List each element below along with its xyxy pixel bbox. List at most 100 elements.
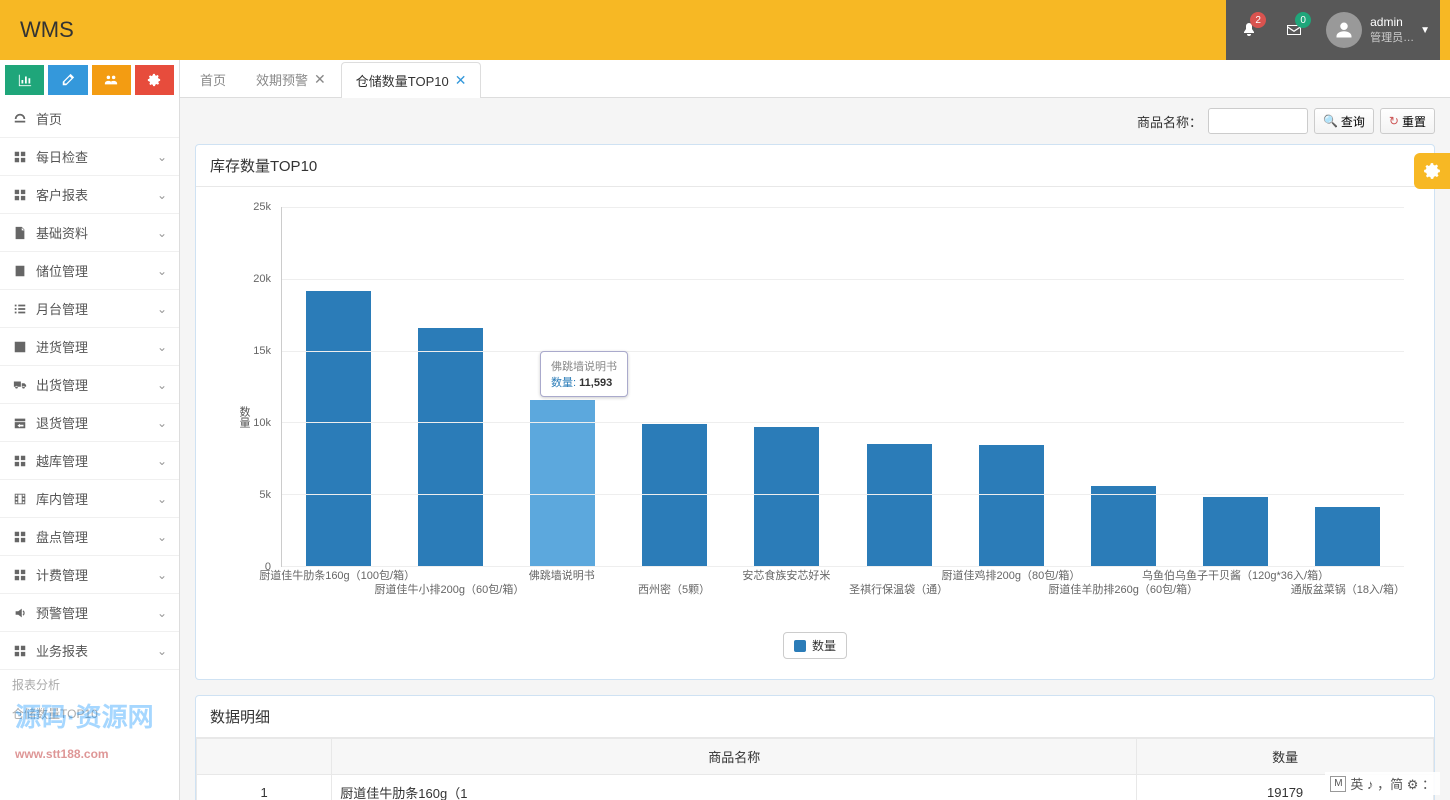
bar[interactable] bbox=[1091, 486, 1156, 566]
chevron-down-icon: ⌄ bbox=[157, 264, 167, 278]
legend-item[interactable]: 数量 bbox=[783, 632, 847, 659]
nav-label: 首页 bbox=[36, 109, 167, 128]
x-tick-label: 通版盆菜锅（18入/箱） bbox=[1291, 581, 1405, 597]
gear-icon bbox=[1423, 162, 1441, 180]
y-tick: 15k bbox=[253, 345, 271, 357]
sidebar-item[interactable]: 越库管理⌄ bbox=[0, 442, 179, 480]
sidebar-item[interactable]: 每日检查⌄ bbox=[0, 138, 179, 176]
bar[interactable] bbox=[754, 427, 819, 566]
sidebar-item[interactable]: 计费管理⌄ bbox=[0, 556, 179, 594]
sidebar-item[interactable]: 库内管理⌄ bbox=[0, 480, 179, 518]
gears-icon bbox=[147, 73, 161, 87]
nav-label: 储位管理 bbox=[36, 261, 157, 280]
nav-label: 库内管理 bbox=[36, 489, 157, 508]
chart: 数量 05k10k15k20k25k 佛跳墙说明书数量: 11,593 厨道佳牛… bbox=[216, 207, 1414, 627]
user-menu[interactable]: admin 管理员… ▼ bbox=[1316, 0, 1440, 60]
chevron-down-icon: ⌄ bbox=[157, 492, 167, 506]
tab[interactable]: 首页 bbox=[185, 61, 241, 97]
y-tick: 10k bbox=[253, 417, 271, 429]
grid-icon bbox=[12, 644, 28, 658]
bar[interactable] bbox=[306, 291, 371, 566]
sidebar-item[interactable]: 月台管理⌄ bbox=[0, 290, 179, 328]
tab-close-icon[interactable]: ✕ bbox=[314, 71, 326, 88]
grid-icon bbox=[12, 150, 28, 164]
bar[interactable] bbox=[1315, 507, 1380, 566]
search-label: 商品名称： bbox=[1137, 112, 1202, 131]
messages-button[interactable]: 0 bbox=[1271, 0, 1316, 60]
reset-button[interactable]: ↻重置 bbox=[1380, 108, 1435, 134]
search-icon: 🔍 bbox=[1323, 114, 1338, 128]
list-icon bbox=[12, 302, 28, 316]
sidebar-footer-2[interactable]: 仓储数量TOP10 bbox=[0, 699, 179, 728]
data-table: 商品名称数量 1厨道佳牛肋条160g（1191792厨道佳牛小排200g（616… bbox=[196, 738, 1434, 800]
sidebar-item[interactable]: 退货管理⌄ bbox=[0, 404, 179, 442]
product-name-input[interactable] bbox=[1208, 108, 1308, 134]
y-tick: 5k bbox=[259, 489, 271, 501]
sidebar-item[interactable]: 业务报表⌄ bbox=[0, 632, 179, 670]
tool-chart-button[interactable] bbox=[5, 65, 44, 95]
return-icon bbox=[12, 416, 28, 430]
nav-label: 计费管理 bbox=[36, 565, 157, 584]
sidebar-item[interactable]: 出货管理⌄ bbox=[0, 366, 179, 404]
chevron-down-icon: ⌄ bbox=[157, 644, 167, 658]
table-row[interactable]: 1厨道佳牛肋条160g（119179 bbox=[197, 775, 1434, 800]
chart-tooltip: 佛跳墙说明书数量: 11,593 bbox=[540, 351, 628, 397]
notifications-badge: 2 bbox=[1250, 12, 1266, 28]
nav-label: 月台管理 bbox=[36, 299, 157, 318]
sidebar-item[interactable]: 首页 bbox=[0, 100, 179, 138]
nav-label: 预警管理 bbox=[36, 603, 157, 622]
sidebar-item[interactable]: 盘点管理⌄ bbox=[0, 518, 179, 556]
bar-slot bbox=[1067, 207, 1179, 566]
tool-users-button[interactable] bbox=[92, 65, 131, 95]
bar-slot bbox=[619, 207, 731, 566]
table-panel: 数据明细 商品名称数量 1厨道佳牛肋条160g（1191792厨道佳牛小排200… bbox=[195, 695, 1435, 800]
bar-slot bbox=[955, 207, 1067, 566]
tab[interactable]: 效期预警✕ bbox=[241, 61, 341, 97]
bar[interactable] bbox=[867, 444, 932, 566]
chevron-down-icon: ⌄ bbox=[157, 454, 167, 468]
search-bar: 商品名称： 🔍查询 ↻重置 bbox=[195, 108, 1435, 134]
bar[interactable] bbox=[1203, 497, 1268, 566]
bar-slot bbox=[1180, 207, 1292, 566]
file-icon bbox=[12, 226, 28, 240]
nav-label: 基础资料 bbox=[36, 223, 157, 242]
sidebar-item[interactable]: 储位管理⌄ bbox=[0, 252, 179, 290]
x-tick-label: 厨道佳牛小排200g（60包/箱） bbox=[375, 581, 525, 597]
bar-slot bbox=[282, 207, 394, 566]
user-text: admin 管理员… bbox=[1370, 15, 1414, 45]
bar[interactable] bbox=[530, 400, 595, 566]
bar[interactable] bbox=[418, 328, 483, 566]
messages-badge: 0 bbox=[1295, 12, 1311, 28]
sidebar-item[interactable]: 客户报表⌄ bbox=[0, 176, 179, 214]
x-tick-label: 西州密（5颗） bbox=[638, 581, 710, 597]
content-area: 商品名称： 🔍查询 ↻重置 库存数量TOP10 数量 05k10k15k20k2… bbox=[180, 98, 1450, 800]
chevron-down-icon: ⌄ bbox=[157, 150, 167, 164]
nav-label: 客户报表 bbox=[36, 185, 157, 204]
row-index: 1 bbox=[197, 775, 332, 800]
search-button[interactable]: 🔍查询 bbox=[1314, 108, 1374, 134]
chevron-down-icon: ⌄ bbox=[157, 606, 167, 620]
settings-drawer-toggle[interactable] bbox=[1414, 153, 1450, 189]
tab[interactable]: 仓储数量TOP10✕ bbox=[341, 62, 482, 98]
legend-swatch bbox=[794, 640, 806, 652]
chevron-down-icon: ⌄ bbox=[157, 302, 167, 316]
tool-edit-button[interactable] bbox=[48, 65, 87, 95]
chevron-down-icon: ⌄ bbox=[157, 188, 167, 202]
sidebar-item[interactable]: 进货管理⌄ bbox=[0, 328, 179, 366]
grid-line bbox=[282, 422, 1404, 423]
nav-label: 进货管理 bbox=[36, 337, 157, 356]
sidebar-item[interactable]: 预警管理⌄ bbox=[0, 594, 179, 632]
tool-settings-button[interactable] bbox=[135, 65, 174, 95]
nav-label: 退货管理 bbox=[36, 413, 157, 432]
chevron-down-icon: ⌄ bbox=[157, 416, 167, 430]
table-header: 商品名称 bbox=[332, 739, 1137, 775]
sidebar-footer-1[interactable]: 报表分析 bbox=[0, 670, 179, 699]
notifications-button[interactable]: 2 bbox=[1226, 0, 1271, 60]
bar-slot bbox=[1292, 207, 1404, 566]
chevron-down-icon: ⌄ bbox=[157, 226, 167, 240]
chevron-down-icon: ⌄ bbox=[157, 530, 167, 544]
tab-close-icon[interactable]: ✕ bbox=[455, 72, 467, 89]
sidebar-item[interactable]: 基础资料⌄ bbox=[0, 214, 179, 252]
bar[interactable] bbox=[979, 445, 1044, 566]
nav-label: 盘点管理 bbox=[36, 527, 157, 546]
